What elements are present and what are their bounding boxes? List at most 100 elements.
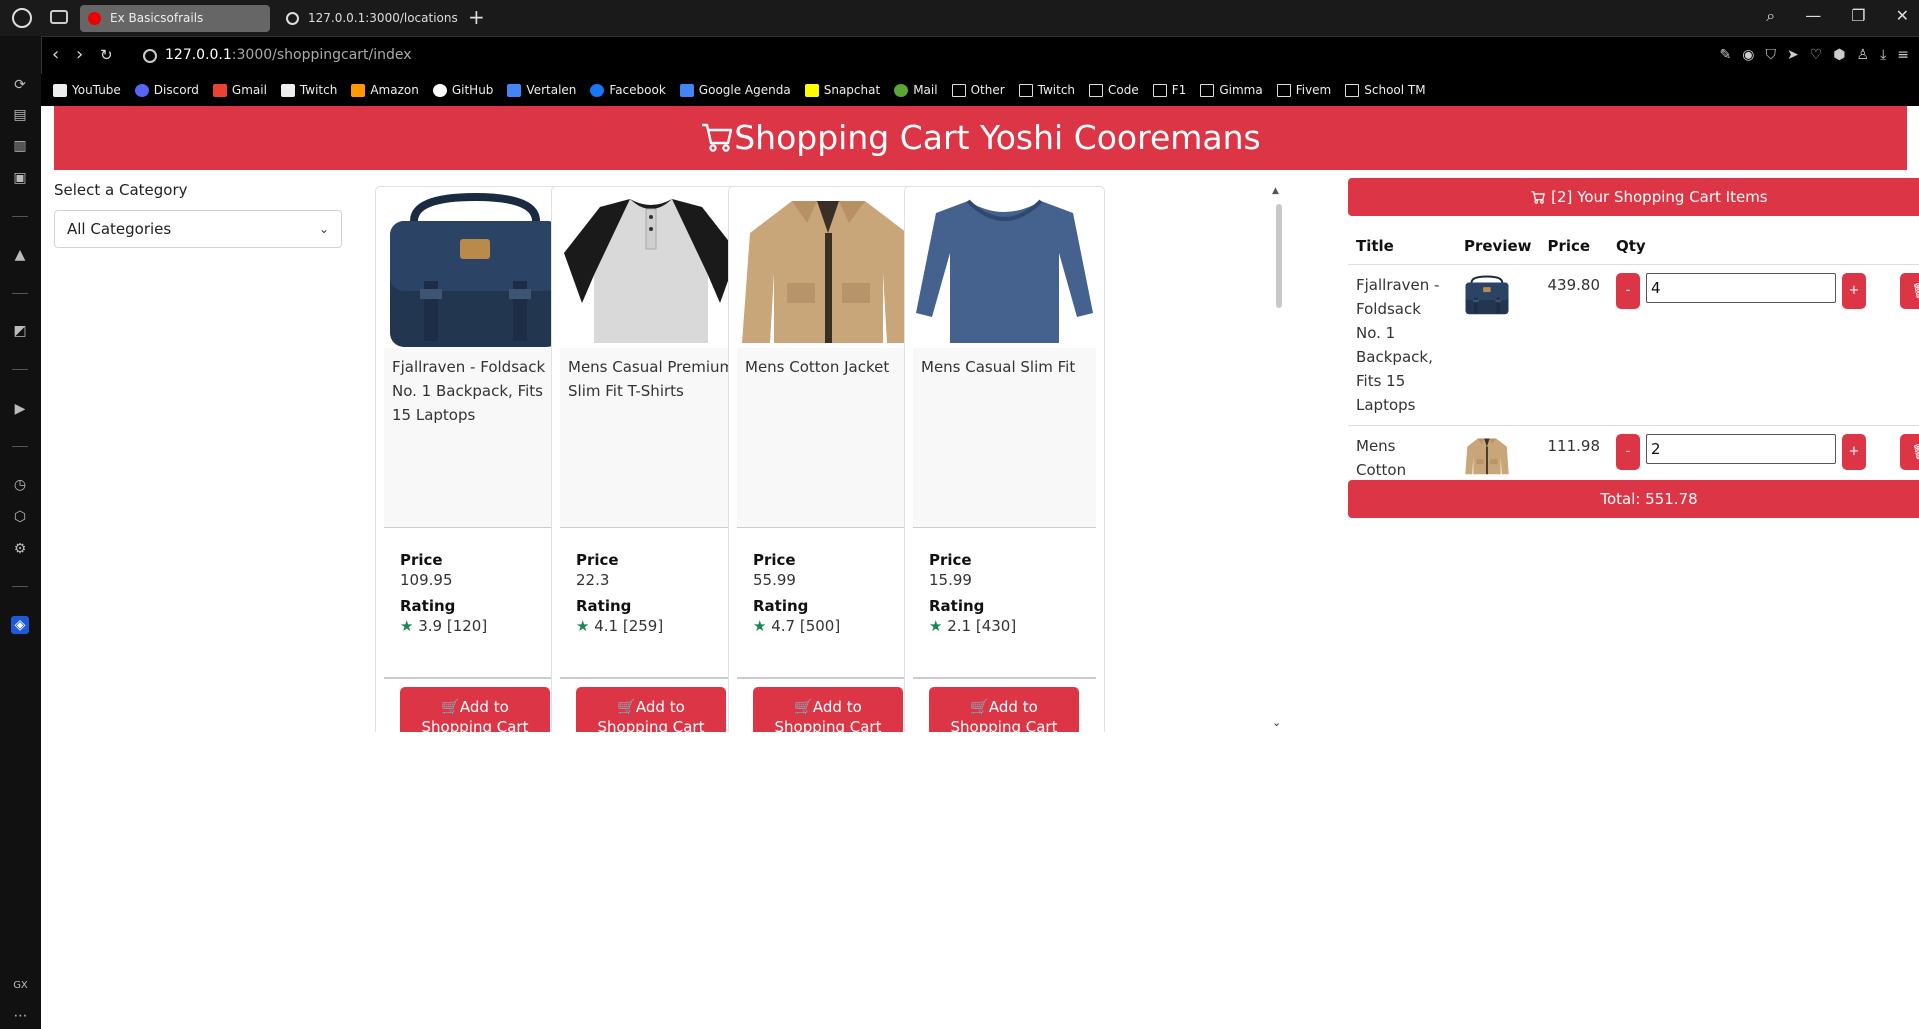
bitwarden-icon[interactable]: ◈	[11, 616, 29, 634]
download-icon[interactable]: ⤓	[1880, 47, 1886, 63]
bookmark-item[interactable]: Code	[1089, 83, 1139, 97]
folder-icon	[1345, 83, 1360, 97]
qty-input[interactable]: 2	[1646, 434, 1836, 464]
back-button[interactable]: ‹	[52, 45, 59, 65]
tshirt-image	[560, 193, 743, 348]
delete-item-button[interactable]: 🗑	[1900, 434, 1919, 470]
twitch-icon[interactable]: ◩	[11, 322, 29, 340]
trash-icon: 🗑	[1911, 443, 1919, 461]
delete-item-button[interactable]: 🗑	[1900, 273, 1919, 309]
refresh-icon[interactable]: ⟳	[11, 76, 29, 94]
bookmark-item[interactable]: Amazon	[351, 83, 419, 97]
bookmark-item[interactable]: Mail	[894, 83, 938, 97]
workspaces-icon[interactable]	[50, 10, 68, 24]
sidebar-divider	[12, 293, 28, 294]
url-field[interactable]: 127.0.0.1:3000/shoppingcart/index	[165, 47, 412, 63]
product-price: 109.95	[400, 571, 453, 589]
bookmark-item[interactable]: Gmail	[212, 83, 267, 97]
bookmark-label: Other	[970, 83, 1005, 97]
heart-icon[interactable]: ♡	[1810, 47, 1823, 63]
product-rating: ★ 3.9 [120]	[400, 617, 487, 635]
bookmark-item[interactable]: Twitch	[280, 83, 337, 97]
column-header: Title	[1348, 228, 1456, 265]
gx-label[interactable]: GX	[0, 980, 41, 991]
camera-icon[interactable]: ◉	[1742, 47, 1754, 63]
restore-button[interactable]: ❐	[1851, 6, 1865, 26]
tab-inactive[interactable]: 127.0.0.1:3000/locations/c	[278, 5, 458, 32]
aria-icon[interactable]: ▲	[11, 246, 29, 264]
price-label: Price	[753, 551, 796, 569]
bookmark-item[interactable]: Google Agenda	[679, 83, 791, 97]
product-price: 15.99	[929, 571, 972, 589]
category-select[interactable]: All Categories ⌄	[54, 210, 342, 248]
tab-active[interactable]: Ex Basicsofrails	[80, 5, 270, 32]
product-rating: ★ 4.7 [500]	[753, 617, 840, 635]
bookmark-item[interactable]: School TM	[1345, 83, 1426, 97]
opera-logo-icon[interactable]	[12, 8, 32, 28]
bookmark-item[interactable]: Vertalen	[507, 83, 576, 97]
stack-icon[interactable]: ▥	[11, 137, 29, 155]
sidebar-divider	[12, 216, 28, 217]
new-tab-button[interactable]: +	[468, 6, 485, 28]
scroll-up-icon[interactable]: ▲	[1272, 186, 1279, 196]
folder-icon	[1152, 83, 1167, 97]
product-price: 22.3	[576, 571, 610, 589]
send-icon[interactable]: ➤	[1787, 47, 1799, 63]
profile-icon[interactable]: ♙	[1857, 47, 1870, 63]
github-icon	[432, 83, 447, 97]
product-scrollbar[interactable]: ▲ ⌄	[1272, 186, 1286, 732]
player-icon[interactable]: ▶	[11, 400, 29, 418]
rating-value: 4.1 [259]	[594, 617, 664, 635]
reload-button[interactable]: ↻	[100, 45, 113, 65]
scroll-down-icon[interactable]: ⌄	[1272, 716, 1281, 729]
gx-corner-icon[interactable]: ▣	[11, 169, 29, 187]
cube-icon[interactable]: ⬢	[1833, 47, 1845, 63]
decrease-qty-button[interactable]: -	[1616, 273, 1640, 309]
add-to-cart-button[interactable]: 🛒Add to Shopping Cart	[929, 687, 1079, 732]
extensions-icon[interactable]: ⬡	[11, 508, 29, 526]
increase-qty-button[interactable]: +	[1842, 273, 1866, 309]
shield-icon[interactable]: ⛉	[1765, 47, 1776, 63]
url-host: 127.0.0.1	[165, 47, 232, 63]
bookmark-item[interactable]: Twitch	[1018, 83, 1075, 97]
minimize-button[interactable]: —	[1805, 6, 1821, 26]
bookmark-item[interactable]: Fivem	[1276, 83, 1331, 97]
add-to-cart-button[interactable]: 🛒Add to Shopping Cart	[753, 687, 903, 732]
bookmark-item[interactable]: Discord	[134, 83, 199, 97]
bookmark-item[interactable]: GitHub	[432, 83, 494, 97]
bookmark-item[interactable]: YouTube	[53, 83, 121, 97]
card-divider	[913, 677, 1096, 679]
forward-button[interactable]: ›	[76, 45, 83, 65]
menu-icon[interactable]: ≡	[1897, 47, 1909, 63]
cart-header-button[interactable]: [2] Your Shopping Cart Items	[1348, 178, 1919, 216]
star-icon: ★	[929, 617, 943, 635]
decrease-qty-button[interactable]: -	[1616, 434, 1640, 470]
product-rating: ★ 2.1 [430]	[929, 617, 1016, 635]
add-to-cart-button[interactable]: 🛒Add to Shopping Cart	[576, 687, 726, 732]
cart-total[interactable]: Total: 551.78	[1348, 480, 1919, 518]
edit-icon[interactable]: ✎	[1720, 47, 1732, 63]
facebook-icon	[590, 83, 605, 97]
history-icon[interactable]: ◷	[11, 476, 29, 494]
search-tabs-icon[interactable]: ⌕	[1766, 6, 1775, 26]
settings-icon[interactable]: ⚙	[11, 540, 29, 558]
longsleeve-image	[913, 193, 1096, 348]
increase-qty-button[interactable]: +	[1842, 434, 1866, 470]
qty-input[interactable]: 4	[1646, 273, 1836, 303]
site-info-icon[interactable]	[143, 49, 157, 63]
bookmark-item[interactable]: Other	[951, 83, 1005, 97]
bookmark-label: Mail	[913, 83, 938, 97]
sidebar-divider	[12, 369, 28, 370]
rating-value: 4.7 [500]	[771, 617, 841, 635]
bookmark-label: GitHub	[451, 83, 494, 97]
close-button[interactable]: ✕	[1896, 6, 1909, 26]
bookmark-label: Gimma	[1219, 83, 1263, 97]
more-icon[interactable]: ⋯	[0, 1008, 41, 1024]
bookmark-item[interactable]: Facebook	[590, 83, 666, 97]
inbox-icon[interactable]: ▤	[11, 106, 29, 124]
bookmark-item[interactable]: Snapchat	[804, 83, 880, 97]
scroll-thumb[interactable]	[1276, 204, 1282, 308]
add-to-cart-button[interactable]: 🛒Add to Shopping Cart	[400, 687, 550, 732]
bookmark-item[interactable]: Gimma	[1200, 83, 1263, 97]
bookmark-item[interactable]: F1	[1152, 83, 1186, 97]
